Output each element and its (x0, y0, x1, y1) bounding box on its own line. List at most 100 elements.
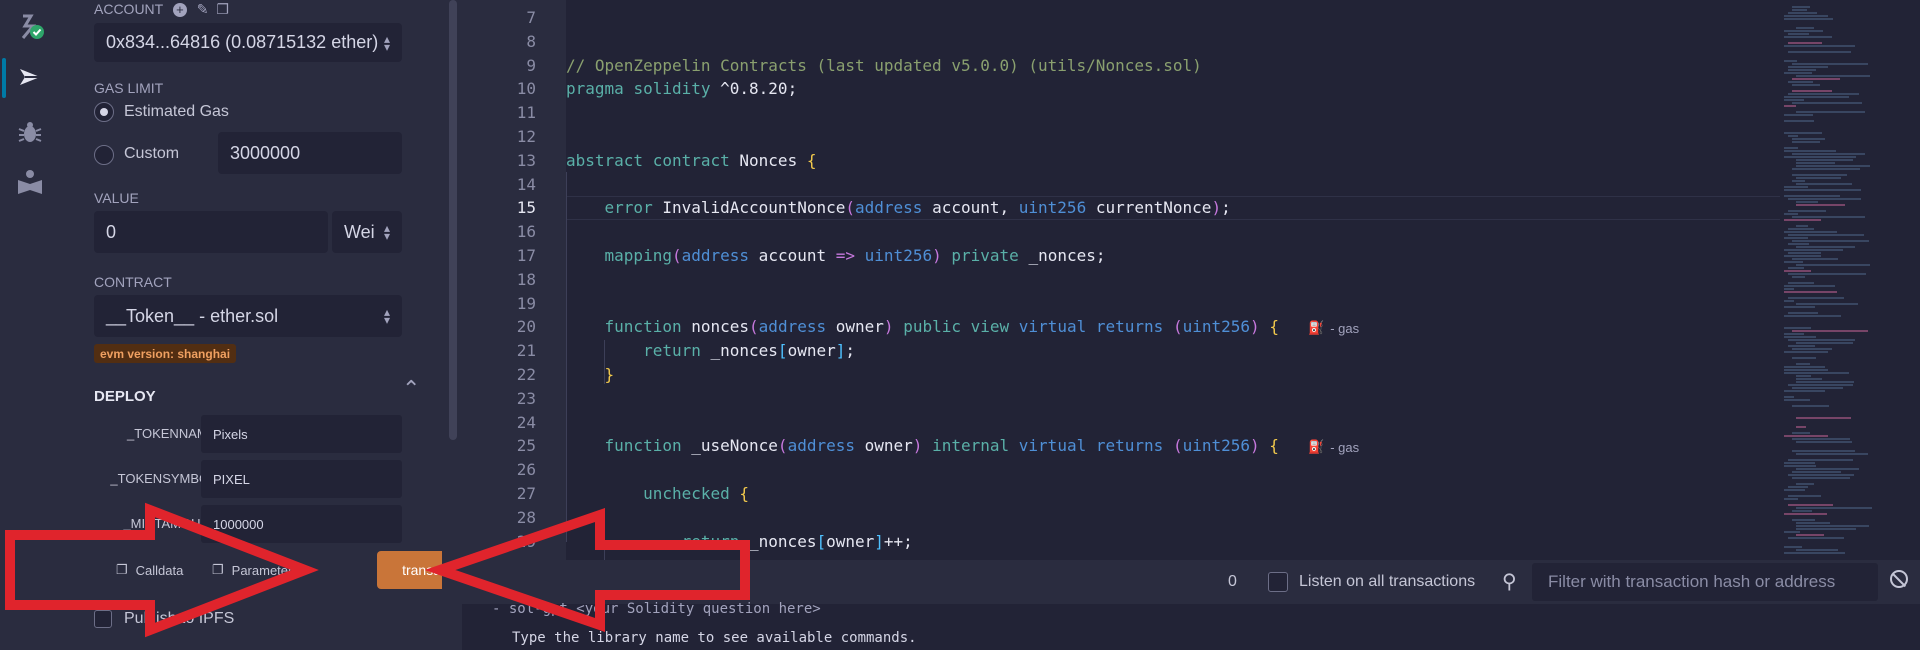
estimated-gas-radio[interactable] (94, 102, 114, 122)
icon-sidebar (0, 0, 60, 650)
line-number: 19 (516, 293, 536, 313)
minimap-line (1796, 528, 1856, 530)
minimap-line (1784, 390, 1825, 392)
minimap-line (1796, 381, 1854, 383)
minimap-line (1784, 462, 1815, 464)
minimap-line (1784, 18, 1833, 20)
minimap-line (1788, 474, 1854, 476)
copy-icon[interactable]: ❐ (216, 1, 229, 17)
calldata-button[interactable]: ❐ Calldata (116, 562, 183, 578)
parameters-button[interactable]: ❐ Parameters (212, 562, 299, 578)
minimap-line (1792, 216, 1865, 218)
code-minimap[interactable] (1780, 0, 1920, 560)
minimap-line (1792, 138, 1825, 140)
minimap-line (1784, 285, 1835, 287)
minimap-line (1784, 552, 1845, 554)
collapse-terminal-icon[interactable]: ⌄ (472, 572, 487, 593)
scrollbar-thumb[interactable] (449, 0, 457, 440)
minimap-line (1792, 258, 1838, 260)
terminal-line: - sol-gpt <your Solidity question here> (492, 601, 821, 617)
listen-all-checkbox[interactable] (1268, 572, 1288, 592)
minimap-line (1796, 483, 1814, 485)
minimap-line (1784, 333, 1804, 335)
copy-icon: ❐ (116, 562, 128, 577)
minimap-line (1796, 183, 1852, 185)
minimap-line (1792, 78, 1840, 80)
terminal-output[interactable]: - sol-gpt <your Solidity question here> … (462, 601, 1920, 650)
minimap-line (1796, 162, 1835, 164)
contract-select[interactable]: __Token__ - ether.sol ▴ ▾ (94, 295, 402, 337)
minimap-line (1792, 276, 1805, 278)
minimap-line (1784, 489, 1805, 491)
minimap-line (1796, 246, 1855, 248)
minimap-line (1784, 249, 1843, 251)
minimap-line (1788, 66, 1828, 68)
minimap-line (1792, 180, 1805, 182)
gas-pump-icon: ⛽ (1308, 320, 1325, 335)
custom-gas-radio[interactable] (94, 145, 114, 165)
estimated-gas-label: Estimated Gas (124, 103, 229, 120)
code-line: return _nonces[owner]++; (681, 531, 913, 551)
minimap-line (1788, 495, 1821, 497)
minimap-line (1784, 372, 1849, 374)
code-editor[interactable]: 7 8 9 // OpenZeppelin Contracts (last updat… (462, 0, 1920, 560)
line-number: 9 (526, 55, 536, 75)
search-icon[interactable]: ⚲ (1502, 569, 1517, 594)
minimap-line (1784, 465, 1816, 467)
learneth-icon[interactable] (13, 165, 47, 199)
param-input-mintamount[interactable]: 1000000 (201, 505, 402, 543)
minimap-line (1784, 396, 1794, 398)
minimap-line (1788, 459, 1853, 461)
value-unit-select[interactable]: Wei ▴ ▾ (332, 211, 402, 253)
minimap-line (1784, 60, 1797, 62)
line-number: 27 (516, 484, 536, 503)
panel-scrollbar[interactable] (442, 0, 462, 650)
minimap-line (1784, 315, 1841, 317)
minimap-line (1796, 468, 1859, 470)
minimap-line (1788, 135, 1798, 137)
minimap-line (1788, 234, 1864, 236)
minimap-line (1796, 225, 1808, 227)
clear-console-icon[interactable] (1890, 570, 1908, 588)
indent-guide (604, 340, 605, 384)
debugger-icon[interactable] (13, 115, 47, 149)
code-line: function nonces(address owner) public vi… (604, 317, 1279, 337)
custom-gas-input[interactable]: 3000000 (218, 132, 402, 174)
active-indicator (2, 58, 6, 98)
minimap-line (1796, 375, 1811, 377)
minimap-line (1784, 231, 1837, 233)
select-arrows-icon: ▴ ▾ (383, 31, 390, 54)
minimap-line (1784, 261, 1803, 263)
param-label-tokensymbol: _TOKENSYMBOL: (110, 471, 220, 486)
gas-limit-label: GAS LIMIT (94, 80, 164, 96)
minimap-line (1796, 27, 1814, 29)
minimap-line (1796, 507, 1872, 509)
code-line: function _useNonce(address owner) intern… (604, 436, 1279, 456)
minimap-line (1796, 165, 1870, 167)
line-number: 11 (516, 103, 536, 123)
minimap-line (1792, 330, 1868, 332)
chevron-up-icon[interactable]: ⌃ (402, 376, 420, 402)
plus-icon[interactable]: + (172, 3, 187, 17)
minimap-line (1796, 201, 1818, 203)
account-select[interactable]: 0x834...64816 (0.08715132 ether) ▴ ▾ (94, 23, 402, 62)
minimap-line (1788, 537, 1844, 539)
param-input-tokensymbol[interactable]: PIXEL (201, 460, 402, 498)
publish-ipfs-checkbox[interactable] (94, 610, 112, 628)
deploy-run-icon[interactable] (13, 60, 47, 94)
minimap-line (1792, 438, 1850, 440)
line-number: 20 (516, 317, 536, 337)
compiler-icon[interactable] (13, 10, 47, 44)
line-number: 10 (516, 79, 536, 99)
minimap-line (1784, 186, 1808, 188)
line-number: 22 (516, 365, 536, 384)
publish-ipfs-label: Publish to IPFS (124, 610, 235, 627)
edit-icon[interactable]: ✎ (197, 1, 209, 17)
minimap-line (1784, 546, 1802, 548)
value-input[interactable]: 0 (94, 211, 328, 253)
minimap-line (1784, 72, 1812, 74)
minimap-line (1788, 339, 1855, 341)
param-input-tokenname[interactable]: Pixels (201, 415, 402, 453)
transaction-filter-input[interactable]: Filter with transaction hash or address (1532, 563, 1878, 601)
pending-tx-count: 0 (1228, 573, 1237, 590)
